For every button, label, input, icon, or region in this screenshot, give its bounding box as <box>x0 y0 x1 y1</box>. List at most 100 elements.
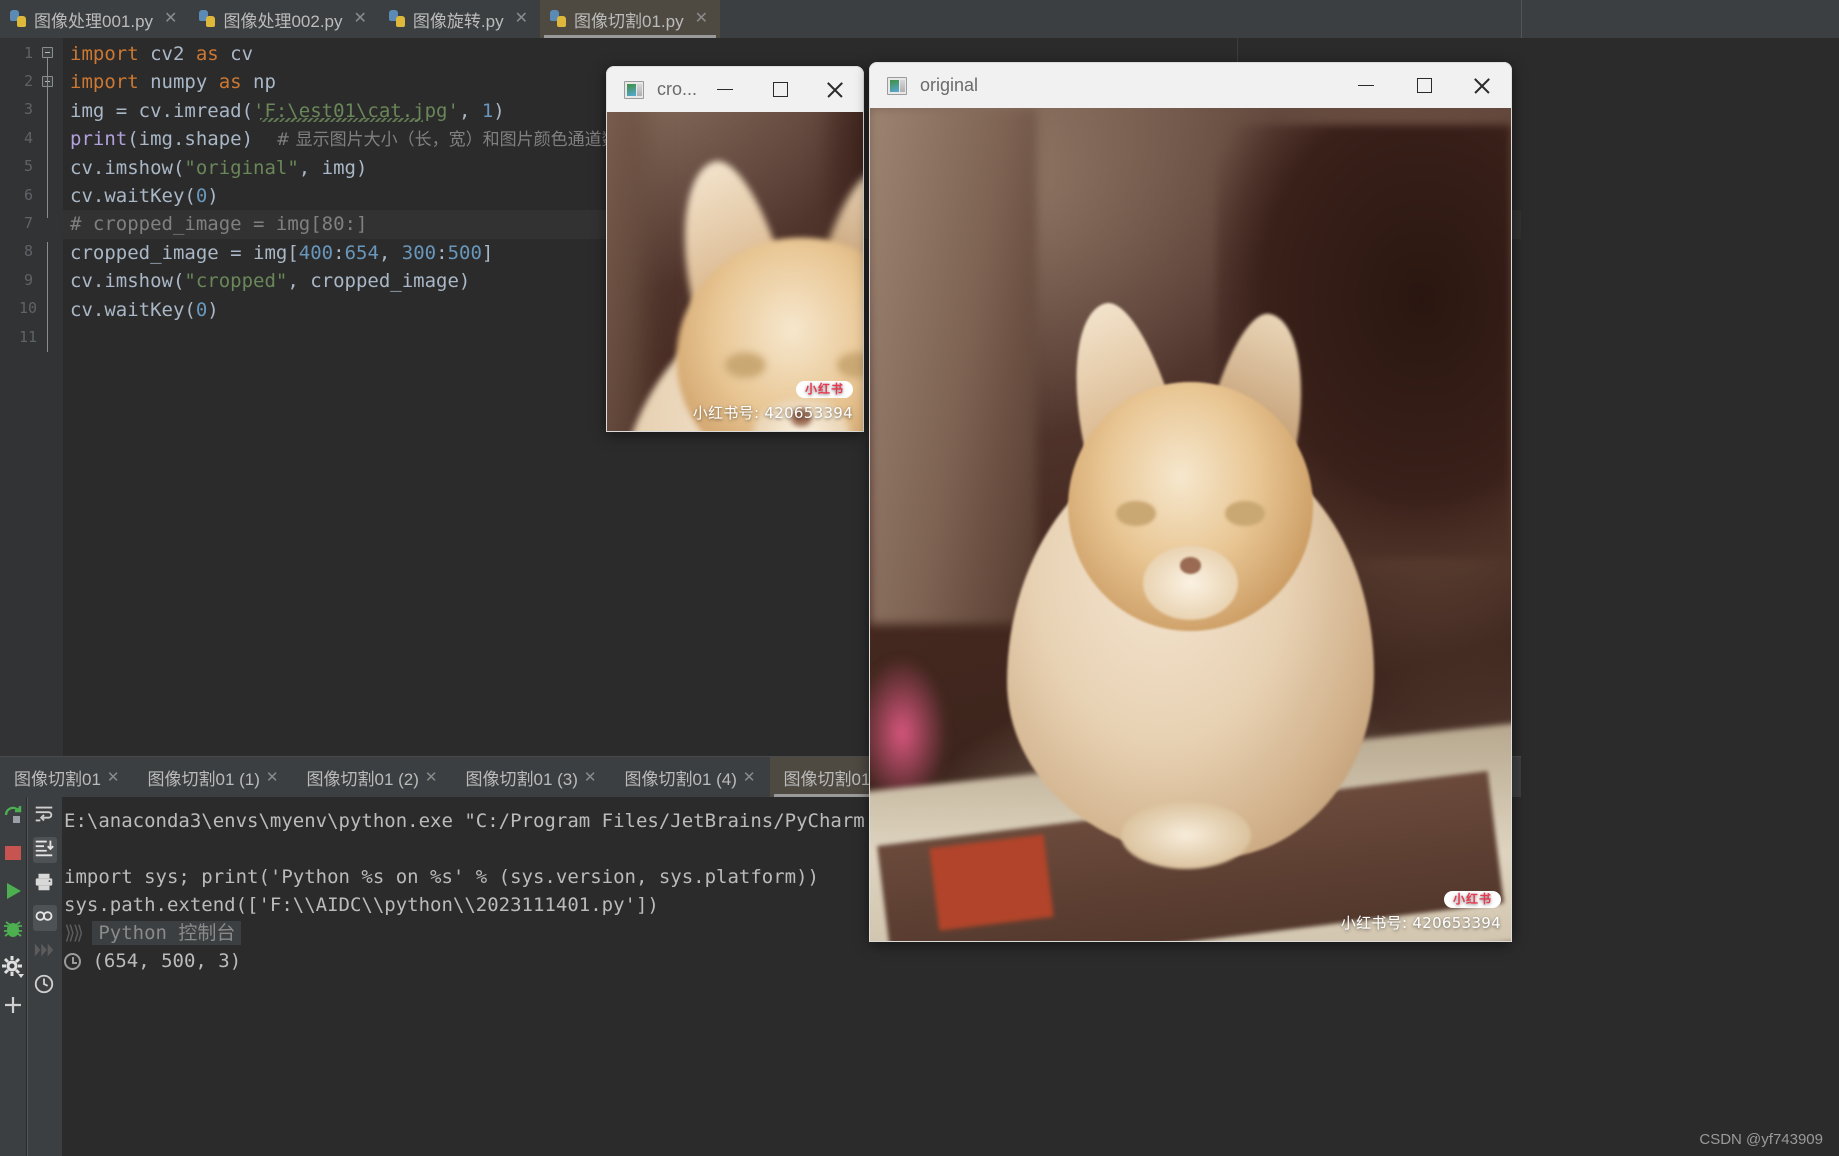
watermark-badge: 小红书 <box>795 381 853 398</box>
token-text: cv.waitKey( <box>70 184 196 207</box>
line-number: 10 <box>18 299 37 317</box>
pycharm-window: 图像处理001.py ✕ 图像处理002.py ✕ 图像旋转.py ✕ 图像切割… <box>0 0 1839 1156</box>
python-file-icon <box>550 10 567 28</box>
fold-region-line <box>47 58 48 218</box>
print-icon[interactable] <box>33 871 57 897</box>
token-text: : <box>436 241 448 264</box>
settings-icon[interactable] <box>1 955 25 981</box>
console-line-3: import sys; print('Python %s on %s' % (s… <box>64 866 819 888</box>
cat-photo-full <box>870 108 1511 941</box>
close-icon[interactable]: ✕ <box>743 768 756 786</box>
history-icon[interactable] <box>33 973 57 999</box>
minimize-button[interactable] <box>1337 63 1395 109</box>
token-string: "original" <box>184 156 299 179</box>
console-tab-0[interactable]: 图像切割01 ✕ <box>0 757 134 797</box>
stop-icon[interactable] <box>1 841 25 867</box>
close-button[interactable] <box>1453 63 1511 109</box>
cv-window-original[interactable]: original 小红书 小红书号: 420653394 <box>869 62 1512 942</box>
show-console-icon[interactable] <box>33 905 57 931</box>
cat-paw <box>1120 801 1252 869</box>
token-text: : <box>333 241 345 264</box>
token-string: "cropped" <box>184 270 288 293</box>
python-file-icon <box>388 10 406 28</box>
close-icon[interactable]: ✕ <box>354 11 367 27</box>
tab-bar-divider <box>1521 0 1522 38</box>
line-number: 3 <box>23 100 33 118</box>
rerun-icon[interactable] <box>1 803 25 829</box>
cat-eye-left <box>1116 500 1156 527</box>
token-text: ] <box>481 241 494 264</box>
console-gutter-toolbar <box>27 797 62 1156</box>
watermark-id: 小红书号: 420653394 <box>1340 914 1501 932</box>
token-text: (img.shape) <box>127 128 276 151</box>
cv-image-canvas-original: 小红书 小红书号: 420653394 <box>869 108 1512 942</box>
close-icon[interactable]: ✕ <box>515 11 528 27</box>
skip-breakpoints-icon[interactable] <box>33 939 57 965</box>
close-icon[interactable]: ✕ <box>164 11 177 27</box>
token-text: cv2 <box>138 43 196 65</box>
editor-tab-0[interactable]: 图像处理001.py ✕ <box>0 0 190 38</box>
token-keyword: as <box>218 71 242 94</box>
minimize-button[interactable] <box>697 67 752 113</box>
token-text: , <box>378 241 402 264</box>
scroll-to-end-icon[interactable] <box>33 837 57 863</box>
editor-tab-2[interactable]: 图像旋转.py ✕ <box>378 0 540 38</box>
token-comment: # cropped_image = img[80:] <box>70 213 368 236</box>
token-text: ) <box>493 99 505 122</box>
token-number: 300 <box>401 241 437 264</box>
close-icon[interactable]: ✕ <box>695 11 708 27</box>
console-line-4: sys.path.extend(['F:\\AIDC\\python\\2023… <box>64 894 659 916</box>
cv-window-cropped[interactable]: cro... 小红书 小红书号: 420653394 <box>606 66 864 432</box>
token-number: 0 <box>195 298 208 321</box>
maximize-button[interactable] <box>752 67 807 113</box>
token-text: ) <box>207 298 219 321</box>
csdn-credit: CSDN @yf743909 <box>1699 1131 1823 1148</box>
run-icon[interactable] <box>1 879 25 905</box>
token-keyword: as <box>195 43 219 65</box>
maximize-button[interactable] <box>1395 63 1453 109</box>
xiaohongshu-watermark: 小红书 小红书号: 420653394 <box>1341 888 1501 933</box>
soft-wrap-icon[interactable] <box>33 803 57 829</box>
console-left-toolbar <box>0 797 26 1156</box>
line-number: 2 <box>23 72 33 90</box>
token-number: 1 <box>481 99 494 122</box>
token-text: ) <box>207 184 219 207</box>
cat-subject <box>973 291 1409 869</box>
python-file-icon <box>199 10 216 28</box>
token-text: , img) <box>298 156 368 179</box>
token-text: img = cv.imread( <box>70 99 254 122</box>
cv-window-titlebar[interactable]: original <box>869 62 1512 108</box>
token-number: 654 <box>344 241 379 264</box>
cv-window-title: cro... <box>657 79 698 99</box>
token-text: , <box>458 99 482 122</box>
debug-icon[interactable] <box>1 917 25 943</box>
console-tab-4[interactable]: 图像切割01 (4) ✕ <box>611 757 770 797</box>
python-file-icon <box>10 10 27 28</box>
console-tab-label: 图像切割01 (4) <box>624 769 737 789</box>
token-keyword: import <box>70 43 139 65</box>
close-icon[interactable]: ✕ <box>107 768 120 786</box>
close-icon[interactable]: ✕ <box>584 768 597 786</box>
console-tab-3[interactable]: 图像切割01 (3) ✕ <box>452 757 611 797</box>
close-icon[interactable]: ✕ <box>425 768 438 786</box>
prompt-arrows-icon: ⟫⟫ <box>64 922 84 944</box>
close-button[interactable] <box>808 67 863 113</box>
token-number: 500 <box>447 241 482 264</box>
console-tab-2[interactable]: 图像切割01 (2) ✕ <box>293 757 452 797</box>
token-comment: # 显示图片大小（长，宽）和图片颜色通道数量 <box>275 130 636 151</box>
cv-window-titlebar[interactable]: cro... <box>606 66 864 112</box>
token-text: np <box>241 71 276 94</box>
image-window-icon <box>624 80 644 99</box>
token-number: 400 <box>298 241 334 264</box>
editor-tab-label: 图像处理001.py <box>34 11 154 31</box>
token-number: 0 <box>195 184 208 207</box>
editor-tab-3[interactable]: 图像切割01.py ✕ <box>540 0 720 38</box>
editor-tab-1[interactable]: 图像处理002.py ✕ <box>189 0 379 38</box>
console-tab-label: 图像切割01 (1) <box>147 769 260 789</box>
console-tab-1[interactable]: 图像切割01 (1) ✕ <box>134 757 293 797</box>
add-icon[interactable] <box>1 993 25 1019</box>
console-prompt-label: Python 控制台 <box>92 921 242 945</box>
fold-marker-icon[interactable] <box>42 47 53 58</box>
close-icon[interactable]: ✕ <box>266 768 279 786</box>
watermark-id: 小红书号: 420653394 <box>692 404 853 422</box>
